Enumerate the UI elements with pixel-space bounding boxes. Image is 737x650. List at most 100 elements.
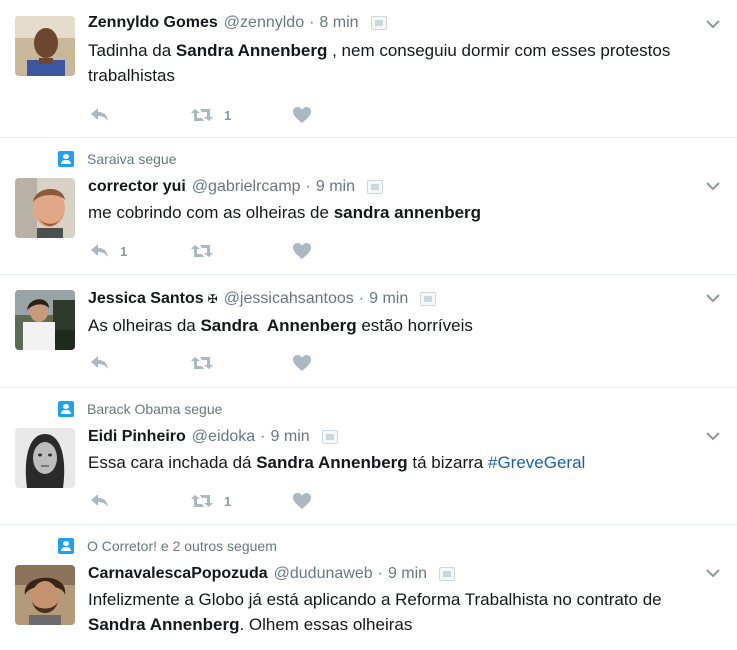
reply-count: 1: [120, 243, 128, 259]
timestamp[interactable]: 9 min: [271, 428, 310, 446]
tweet-header: Zennyldo Gomes @zennyldo · 8 min: [88, 14, 387, 32]
username[interactable]: @eidoka: [192, 428, 255, 446]
display-name[interactable]: Zennyldo Gomes: [88, 14, 218, 32]
reply-icon: [91, 244, 108, 257]
retweet-button[interactable]: [190, 240, 224, 262]
social-context-label[interactable]: Barack Obama segue: [87, 401, 222, 417]
retweet-icon: [191, 495, 213, 507]
social-context: O Corretor! e 2 outros seguem: [58, 538, 277, 554]
social-context-label[interactable]: Saraiva segue: [87, 151, 177, 167]
retweet-count: 1: [224, 493, 232, 509]
social-context: Barack Obama segue: [58, 401, 222, 417]
retweet-icon: [191, 245, 213, 257]
text-segment: Infelizmente a Globo já está aplicando a…: [88, 590, 662, 609]
separator-dot: ·: [309, 14, 315, 31]
text-segment: As olheiras da: [88, 316, 201, 335]
text-segment: Essa cara inchada dá: [88, 453, 257, 472]
tweet-text: Tadinha da Sandra Annenberg , nem conseg…: [88, 38, 718, 88]
text-segment: me cobrindo com as olheiras de: [88, 203, 334, 222]
text-segment: Tadinha da: [88, 41, 176, 60]
like-button[interactable]: [292, 352, 322, 374]
avatar[interactable]: [15, 428, 75, 488]
heart-icon: [293, 107, 311, 123]
social-context-label[interactable]: O Corretor! e 2 outros seguem: [87, 538, 277, 554]
tweet[interactable]: Barack Obama segue Eidi Pinheiro @eidoka…: [0, 388, 737, 525]
name-emoji: ✠: [207, 292, 218, 306]
tweet[interactable]: Saraiva segue corrector yui @gabrielrcam…: [0, 138, 737, 275]
tweet-header: Eidi Pinheiro @eidoka · 9 min: [88, 428, 338, 446]
person-icon: [58, 151, 74, 167]
tweet-header: CarnavalescaPopozuda @dudunaweb · 9 min: [88, 565, 456, 583]
retweet-button[interactable]: 1: [190, 104, 231, 126]
tweet-header: corrector yui @gabrielrcamp · 9 min: [88, 178, 383, 196]
tweet[interactable]: Zennyldo Gomes @zennyldo · 8 min Tadinha…: [0, 0, 737, 138]
chevron-down-icon[interactable]: [705, 565, 721, 581]
translate-icon[interactable]: [439, 567, 456, 581]
highlighted-term: sandra annenberg: [333, 203, 482, 222]
display-name[interactable]: Jessica Santos: [88, 290, 204, 308]
chevron-down-icon[interactable]: [705, 428, 721, 444]
like-button[interactable]: [292, 104, 322, 126]
separator-dot: ·: [377, 565, 383, 582]
username[interactable]: @gabrielrcamp: [192, 178, 301, 196]
retweet-count: 1: [224, 107, 232, 123]
reply-button[interactable]: [90, 490, 120, 512]
heart-icon: [293, 493, 311, 509]
text-segment: estão horríveis: [356, 316, 473, 335]
display-name[interactable]: corrector yui: [88, 178, 186, 196]
highlighted-term: Sandra Annenberg: [200, 316, 357, 335]
retweet-button[interactable]: 1: [190, 490, 231, 512]
separator-dot: ·: [305, 178, 311, 195]
tweet[interactable]: Jessica Santos ✠ @jessicahsantoos · 9 mi…: [0, 275, 737, 388]
reply-icon: [91, 494, 108, 507]
translate-icon[interactable]: [367, 180, 383, 194]
username[interactable]: @dudunaweb: [274, 565, 373, 583]
reply-icon: [91, 356, 108, 369]
retweet-icon: [191, 109, 213, 121]
heart-icon: [293, 243, 311, 259]
tweet-text: Infelizmente a Globo já está aplicando a…: [88, 587, 718, 637]
username[interactable]: @zennyldo: [224, 14, 304, 32]
display-name[interactable]: CarnavalescaPopozuda: [88, 565, 268, 583]
highlighted-term: Sandra Annenberg: [175, 41, 328, 60]
username[interactable]: @jessicahsantoos: [224, 290, 354, 308]
person-icon: [58, 401, 74, 417]
translate-icon[interactable]: [321, 430, 338, 444]
translate-icon[interactable]: [370, 16, 387, 30]
timestamp[interactable]: 8 min: [319, 14, 358, 32]
chevron-down-icon[interactable]: [705, 178, 721, 194]
avatar[interactable]: [15, 290, 75, 350]
timestamp[interactable]: 9 min: [316, 178, 355, 196]
tweet-text: Essa cara inchada dá Sandra Annenberg tá…: [88, 450, 718, 475]
display-name[interactable]: Eidi Pinheiro: [88, 428, 186, 446]
heart-icon: [293, 355, 311, 371]
chevron-down-icon[interactable]: [705, 16, 721, 32]
tweet-text: me cobrindo com as olheiras de sandra an…: [88, 200, 718, 225]
tweet[interactable]: O Corretor! e 2 outros seguem Carnavales…: [0, 525, 737, 650]
translate-icon[interactable]: [420, 292, 437, 306]
retweet-button[interactable]: [190, 352, 224, 374]
text-segment: tá bizarra: [407, 453, 488, 472]
person-icon: [58, 538, 74, 554]
tweet-text: As olheiras da Sandra Annenberg estão ho…: [88, 313, 718, 338]
timestamp[interactable]: 9 min: [369, 290, 408, 308]
avatar[interactable]: [15, 178, 75, 238]
separator-dot: ·: [260, 428, 266, 445]
tweet-actions: 1: [88, 240, 388, 262]
timestamp[interactable]: 9 min: [388, 565, 427, 583]
like-button[interactable]: [292, 490, 322, 512]
highlighted-term: Sandra Annenberg: [88, 615, 240, 634]
tweet-actions: 1: [88, 490, 388, 512]
reply-icon: [91, 108, 108, 121]
avatar[interactable]: [15, 16, 75, 76]
like-button[interactable]: [292, 240, 322, 262]
avatar[interactable]: [15, 565, 75, 625]
reply-button[interactable]: 1: [90, 240, 127, 262]
chevron-down-icon[interactable]: [705, 290, 721, 306]
hashtag-link[interactable]: #GreveGeral: [488, 453, 585, 472]
social-context: Saraiva segue: [58, 151, 177, 167]
reply-button[interactable]: [90, 104, 120, 126]
tweet-actions: [88, 352, 388, 374]
reply-button[interactable]: [90, 352, 120, 374]
retweet-icon: [191, 357, 213, 369]
